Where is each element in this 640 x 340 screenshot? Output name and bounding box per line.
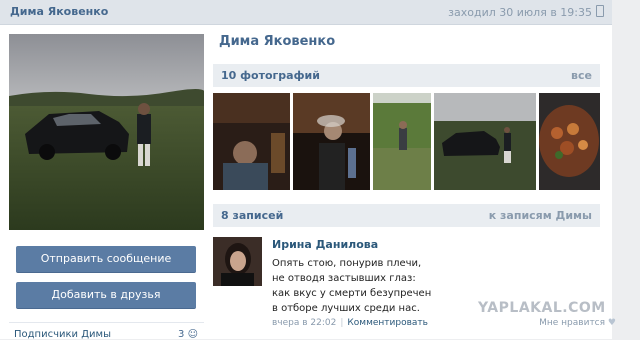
photos-count-title[interactable]: 10 фотографий bbox=[221, 69, 320, 82]
subscribers-block[interactable]: Подписчики Димы 3 ☺ bbox=[9, 322, 204, 340]
photo-thumbnail[interactable] bbox=[213, 93, 290, 190]
comment-link[interactable]: Комментировать bbox=[347, 318, 428, 328]
post-meta: вчера в 22:02 | Комментировать bbox=[272, 318, 428, 328]
users-icon: ☺ bbox=[187, 329, 198, 340]
post-text-line: Опять стою, понурив плечи, bbox=[272, 258, 422, 269]
photo-thumbnail[interactable] bbox=[293, 93, 370, 190]
subscribers-count-block: 3 ☺ bbox=[178, 329, 198, 340]
right-margin bbox=[612, 0, 640, 339]
like-label: Мне нравится bbox=[539, 318, 606, 328]
photos-section-header[interactable]: 10 фотографий все bbox=[213, 64, 600, 87]
page-title: Дима Яковенко bbox=[219, 34, 336, 49]
profile-photo[interactable] bbox=[9, 34, 204, 230]
photo-thumbnail[interactable] bbox=[539, 93, 600, 190]
header-profile-name[interactable]: Дима Яковенко bbox=[10, 5, 108, 18]
post-time[interactable]: вчера в 22:02 bbox=[272, 318, 336, 328]
post-text-line: как вкус у смерти безупречен bbox=[272, 288, 432, 299]
send-message-button[interactable]: Отправить сообщение bbox=[16, 246, 196, 273]
last-seen-status: заходил 30 июля в 19:35 bbox=[448, 5, 604, 19]
like-button[interactable]: Мне нравится ♥ bbox=[539, 318, 616, 328]
photo-thumbnail[interactable] bbox=[373, 93, 431, 190]
watermark: YAPLAKAL.COM bbox=[478, 300, 606, 316]
post-author-avatar[interactable] bbox=[213, 237, 262, 286]
photos-all-link[interactable]: все bbox=[571, 69, 592, 82]
post-text-line: в отборе лучших среди нас. bbox=[272, 303, 420, 314]
wall-section-header[interactable]: 8 записей к записям Димы bbox=[213, 204, 600, 227]
add-friend-button[interactable]: Добавить в друзья bbox=[16, 282, 196, 309]
heart-icon: ♥ bbox=[607, 318, 616, 328]
meta-divider: | bbox=[340, 318, 344, 328]
subscribers-label[interactable]: Подписчики Димы bbox=[14, 329, 111, 340]
post-author-name[interactable]: Ирина Данилова bbox=[272, 238, 378, 251]
post-text-line: не отводя застывших глаз: bbox=[272, 273, 416, 284]
last-seen-text: заходил 30 июля в 19:35 bbox=[448, 6, 592, 19]
to-wall-link[interactable]: к записям Димы bbox=[489, 209, 592, 222]
subscribers-count: 3 bbox=[178, 329, 185, 340]
mobile-phone-icon bbox=[596, 5, 604, 17]
post-text: Опять стою, понурив плечи, не отводя зас… bbox=[272, 256, 432, 316]
photo-thumbnail[interactable] bbox=[434, 93, 536, 190]
wall-posts-count[interactable]: 8 записей bbox=[221, 209, 283, 222]
top-bar: Дима Яковенко заходил 30 июля в 19:35 bbox=[0, 0, 612, 25]
